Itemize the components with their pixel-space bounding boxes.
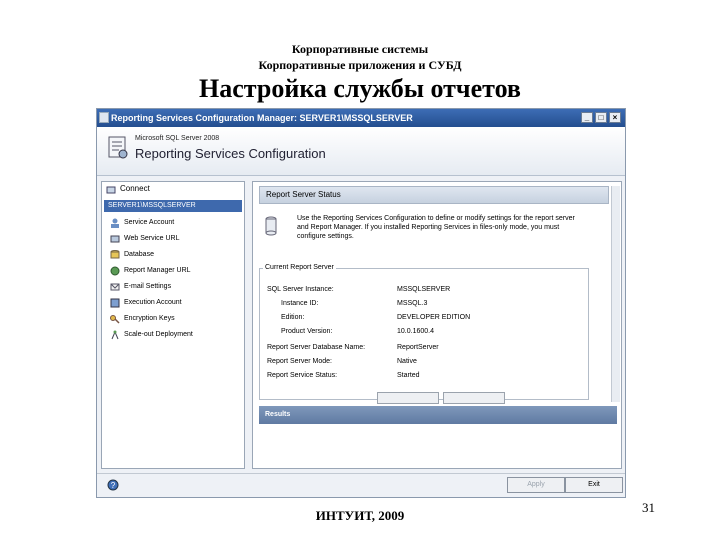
results-header: Results — [259, 406, 617, 424]
exit-button[interactable]: Exit — [565, 477, 623, 493]
page-number: 31 — [642, 500, 655, 515]
app-icon — [99, 112, 109, 123]
sidebar-item-label: E-mail Settings — [124, 283, 172, 290]
report-server-icon — [265, 216, 277, 236]
sidebar-item-email-settings[interactable]: E-mail Settings — [110, 280, 172, 294]
slide-header-line2: Корпоративные приложения и СУБД — [258, 58, 462, 72]
sidebar-item-scale-out-deployment[interactable]: Scale-out Deployment — [111, 328, 193, 342]
sidebar-item-label: Database — [124, 251, 154, 258]
sidebar-item-report-manager-url[interactable]: Report Manager URL — [110, 264, 191, 278]
field-value: MSSQLSERVER — [397, 286, 451, 293]
database-icon — [110, 250, 120, 259]
field-label: Instance ID: — [281, 300, 319, 307]
apply-button[interactable]: Apply — [507, 477, 565, 493]
connect-button[interactable]: Connect — [104, 184, 242, 196]
sidebar-item-label: Web Service URL — [124, 235, 180, 242]
sidebar-item-label: Encryption Keys — [124, 315, 175, 322]
field-label: Report Service Status: — [267, 372, 338, 379]
sidebar-item-label: Scale-out Deployment — [124, 331, 193, 338]
minimize-button[interactable]: _ — [581, 112, 593, 123]
sidebar-item-service-account[interactable]: Service Account — [111, 216, 175, 230]
slide-footer: ИНТУИТ, 2009 — [315, 508, 405, 523]
help-icon[interactable]: ? — [107, 479, 119, 491]
product-title: Reporting Services Configuration — [135, 146, 326, 161]
sidebar-item-label: Service Account — [124, 219, 175, 226]
sidebar-item-label: Report Manager URL — [124, 267, 191, 274]
scale-out-icon — [111, 330, 119, 340]
status-scrollbar[interactable] — [611, 186, 620, 402]
sidebar-item-execution-account[interactable]: Execution Account — [110, 296, 182, 310]
product-subtitle: Microsoft SQL Server 2008 — [135, 135, 220, 142]
key-icon — [110, 315, 120, 324]
field-value: Started — [397, 372, 420, 379]
server-node[interactable]: SERVER1\MSSQLSERVER — [104, 200, 242, 212]
field-label: SQL Server Instance: — [267, 286, 334, 293]
field-value: 10.0.1600.4 — [397, 328, 434, 335]
web-service-icon — [110, 235, 120, 243]
close-button[interactable]: × — [609, 112, 621, 123]
stop-service-button[interactable] — [443, 392, 505, 404]
product-banner: Microsoft SQL Server 2008 Reporting Serv… — [97, 127, 625, 176]
window-titlebar[interactable]: Reporting Services Configuration Manager… — [97, 109, 625, 127]
sidebar-item-encryption-keys[interactable]: Encryption Keys — [110, 312, 175, 326]
globe-icon — [110, 266, 120, 276]
start-service-button[interactable] — [377, 392, 439, 404]
maximize-button[interactable]: □ — [595, 112, 607, 123]
config-manager-window: Reporting Services Configuration Manager… — [96, 108, 626, 498]
status-description: Use the Reporting Services Configuration… — [297, 215, 575, 240]
service-account-icon — [111, 218, 119, 228]
sidebar-item-web-service-url[interactable]: Web Service URL — [110, 232, 180, 246]
field-label: Edition: — [281, 314, 305, 321]
connect-icon — [106, 186, 116, 194]
window-title: Reporting Services Configuration Manager… — [111, 113, 413, 123]
slide-header-line1: Корпоративные системы — [291, 42, 429, 56]
field-value: MSSQL.3 — [397, 300, 428, 307]
connect-label: Connect — [120, 184, 150, 193]
sidebar-item-label: Execution Account — [124, 299, 182, 306]
field-label: Report Server Database Name: — [267, 344, 366, 351]
main-panel: Report Server Status Use the Reporting S… — [252, 181, 622, 469]
navigation-sidebar: Connect SERVER1\MSSQLSERVER Service Acco… — [101, 181, 245, 469]
field-value: Native — [397, 358, 417, 365]
field-value: DEVELOPER EDITION — [397, 314, 471, 321]
field-label: Product Version: — [281, 328, 333, 335]
slide-title: Настройка службы отчетов — [199, 74, 521, 103]
field-value: ReportServer — [397, 344, 439, 351]
field-label: Report Server Mode: — [267, 358, 332, 365]
status-header: Report Server Status — [259, 186, 609, 204]
email-icon — [110, 283, 120, 291]
group-title: Current Report Server — [263, 264, 336, 271]
execution-account-icon — [110, 298, 120, 308]
footer-divider — [97, 473, 625, 474]
server-label: SERVER1\MSSQLSERVER — [108, 202, 196, 209]
sidebar-item-database[interactable]: Database — [110, 248, 154, 262]
svg-text:?: ? — [111, 481, 116, 490]
config-tool-icon — [108, 136, 128, 159]
